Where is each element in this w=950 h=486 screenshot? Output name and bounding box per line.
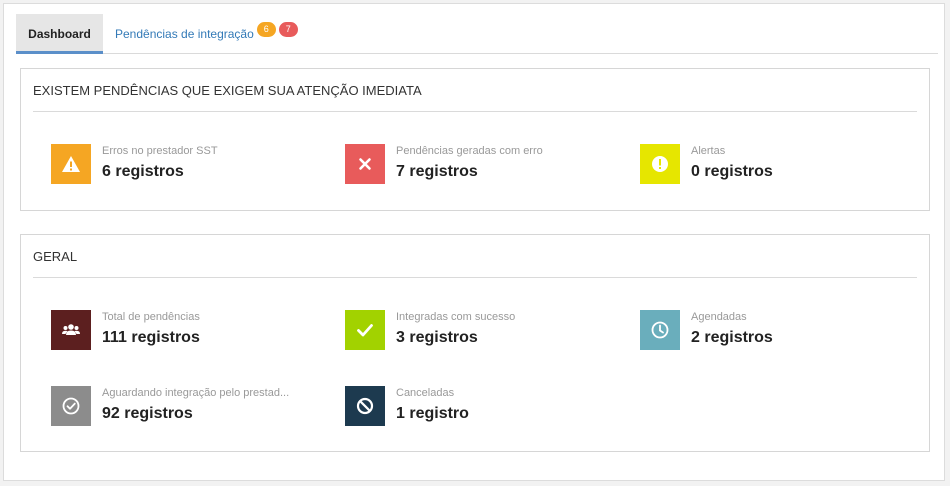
card-label: Canceladas: [396, 387, 455, 399]
attention-panel: EXISTEM PENDÊNCIAS QUE EXIGEM SUA ATENÇÃ…: [20, 68, 930, 211]
ban-icon: [345, 386, 385, 426]
card-label: Agendadas: [691, 311, 747, 323]
card-value: 7 registros: [396, 163, 478, 180]
divider: [33, 111, 917, 112]
card-label: Pendências geradas com erro: [396, 145, 543, 157]
card-value: 6 registros: [102, 163, 184, 180]
tab-pendencias-label: Pendências de integração: [115, 27, 254, 41]
card-value: 1 registro: [396, 405, 469, 422]
tab-dashboard-label: Dashboard: [28, 27, 91, 41]
card-integradas-sucesso[interactable]: Integradas com sucesso 3 registros: [345, 310, 625, 350]
card-alertas[interactable]: Alertas 0 registros: [640, 144, 920, 184]
tab-dashboard[interactable]: Dashboard: [16, 14, 103, 54]
card-label: Erros no prestador SST: [102, 145, 218, 157]
card-value: 92 registros: [102, 405, 193, 422]
card-erros-prestador[interactable]: Erros no prestador SST 6 registros: [51, 144, 331, 184]
tab-pendencias-integracao[interactable]: Pendências de integração 6 7: [115, 14, 298, 54]
attention-panel-title: EXISTEM PENDÊNCIAS QUE EXIGEM SUA ATENÇÃ…: [33, 83, 422, 98]
divider: [33, 277, 917, 278]
card-canceladas[interactable]: Canceladas 1 registro: [345, 386, 625, 426]
warning-icon: [51, 144, 91, 184]
card-value: 111 registros: [102, 329, 200, 346]
card-label: Integradas com sucesso: [396, 311, 516, 323]
integration-window: Dashboard Pendências de integração 6 7 EXI…: [3, 3, 945, 481]
error-count-badge: 7: [278, 22, 298, 37]
card-value: 2 registros: [691, 329, 773, 346]
card-label: Aguardando integração pelo prestad...: [102, 387, 290, 399]
general-panel: GERAL Total de pendências 111 registros …: [20, 234, 930, 452]
card-agendadas[interactable]: Agendadas 2 registros: [640, 310, 920, 350]
tab-bar: Dashboard Pendências de integração 6 7: [16, 14, 938, 54]
card-value: 3 registros: [396, 329, 478, 346]
general-panel-title: GERAL: [33, 249, 78, 264]
card-label: Alertas: [691, 145, 726, 157]
check-circle-icon: [51, 386, 91, 426]
card-aguardando-integracao[interactable]: Aguardando integração pelo prestad... 92…: [51, 386, 331, 426]
card-pendencias-erro[interactable]: Pendências geradas com erro 7 registros: [345, 144, 625, 184]
exclamation-icon: [640, 144, 680, 184]
warning-count-badge: 6: [256, 22, 276, 37]
card-label: Total de pendências: [102, 311, 200, 323]
card-total-pendencias[interactable]: Total de pendências 111 registros: [51, 310, 331, 350]
clock-icon: [640, 310, 680, 350]
users-icon: [51, 310, 91, 350]
close-icon: [345, 144, 385, 184]
check-icon: [345, 310, 385, 350]
card-value: 0 registros: [691, 163, 773, 180]
